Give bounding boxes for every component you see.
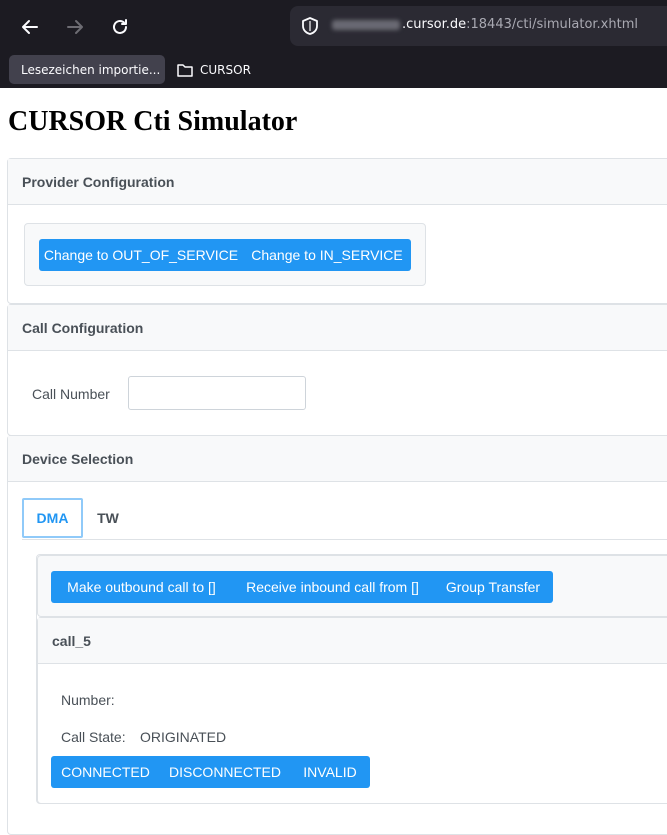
bookmark-cursor-label: CURSOR <box>200 62 251 77</box>
bookmark-import[interactable]: Lesezeichen importie... <box>9 55 165 84</box>
bookmark-cursor[interactable]: CURSOR <box>176 55 251 84</box>
url-text: .cursor.de:18443/cti/simulator.xhtml <box>332 17 638 32</box>
tab-tw[interactable]: TW <box>86 498 130 538</box>
call-state-value: ORIGINATED <box>140 729 227 745</box>
tab-divider <box>22 539 667 540</box>
call-configuration-panel: Call Configuration <box>7 304 667 436</box>
reload-button[interactable] <box>107 14 133 40</box>
call-number-field-label: Number: <box>61 692 115 708</box>
url-host: .cursor.de <box>402 17 467 32</box>
back-button[interactable] <box>17 14 43 40</box>
change-to-out-of-service-button[interactable]: Change to OUT_OF_SERVICE <box>39 239 243 271</box>
invalid-button[interactable]: INVALID <box>290 756 370 788</box>
call-state-label: Call State: <box>61 729 126 745</box>
forward-button[interactable] <box>62 14 88 40</box>
shield-icon[interactable] <box>300 16 320 36</box>
call-configuration-header[interactable]: Call Configuration <box>8 305 667 351</box>
url-bar[interactable]: .cursor.de:18443/cti/simulator.xhtml <box>290 6 667 46</box>
redacted-host <box>332 19 400 30</box>
call-number-input[interactable] <box>128 376 306 410</box>
arrow-left-icon <box>22 20 38 34</box>
make-outbound-call-button[interactable]: Make outbound call to [] <box>51 571 232 603</box>
disconnected-button[interactable]: DISCONNECTED <box>160 756 290 788</box>
page-title: CURSOR Cti Simulator <box>8 106 298 137</box>
group-transfer-button[interactable]: Group Transfer <box>433 571 553 603</box>
arrow-right-icon <box>67 20 83 34</box>
connected-button[interactable]: CONNECTED <box>51 756 160 788</box>
device-selection-header[interactable]: Device Selection <box>8 436 667 482</box>
provider-configuration-header[interactable]: Provider Configuration <box>8 159 667 205</box>
receive-inbound-call-button[interactable]: Receive inbound call from [] <box>232 571 433 603</box>
call-header[interactable]: call_5 <box>38 618 667 664</box>
browser-toolbar: .cursor.de:18443/cti/simulator.xhtml Les… <box>0 0 667 88</box>
folder-icon <box>177 63 193 77</box>
change-to-in-service-button[interactable]: Change to IN_SERVICE <box>243 239 411 271</box>
bookmark-import-label: Lesezeichen importie... <box>21 62 161 77</box>
url-path: :18443/cti/simulator.xhtml <box>466 17 638 32</box>
reload-icon <box>113 19 127 34</box>
call-number-label: Call Number <box>32 386 110 402</box>
tab-dma[interactable]: DMA <box>22 498 83 538</box>
